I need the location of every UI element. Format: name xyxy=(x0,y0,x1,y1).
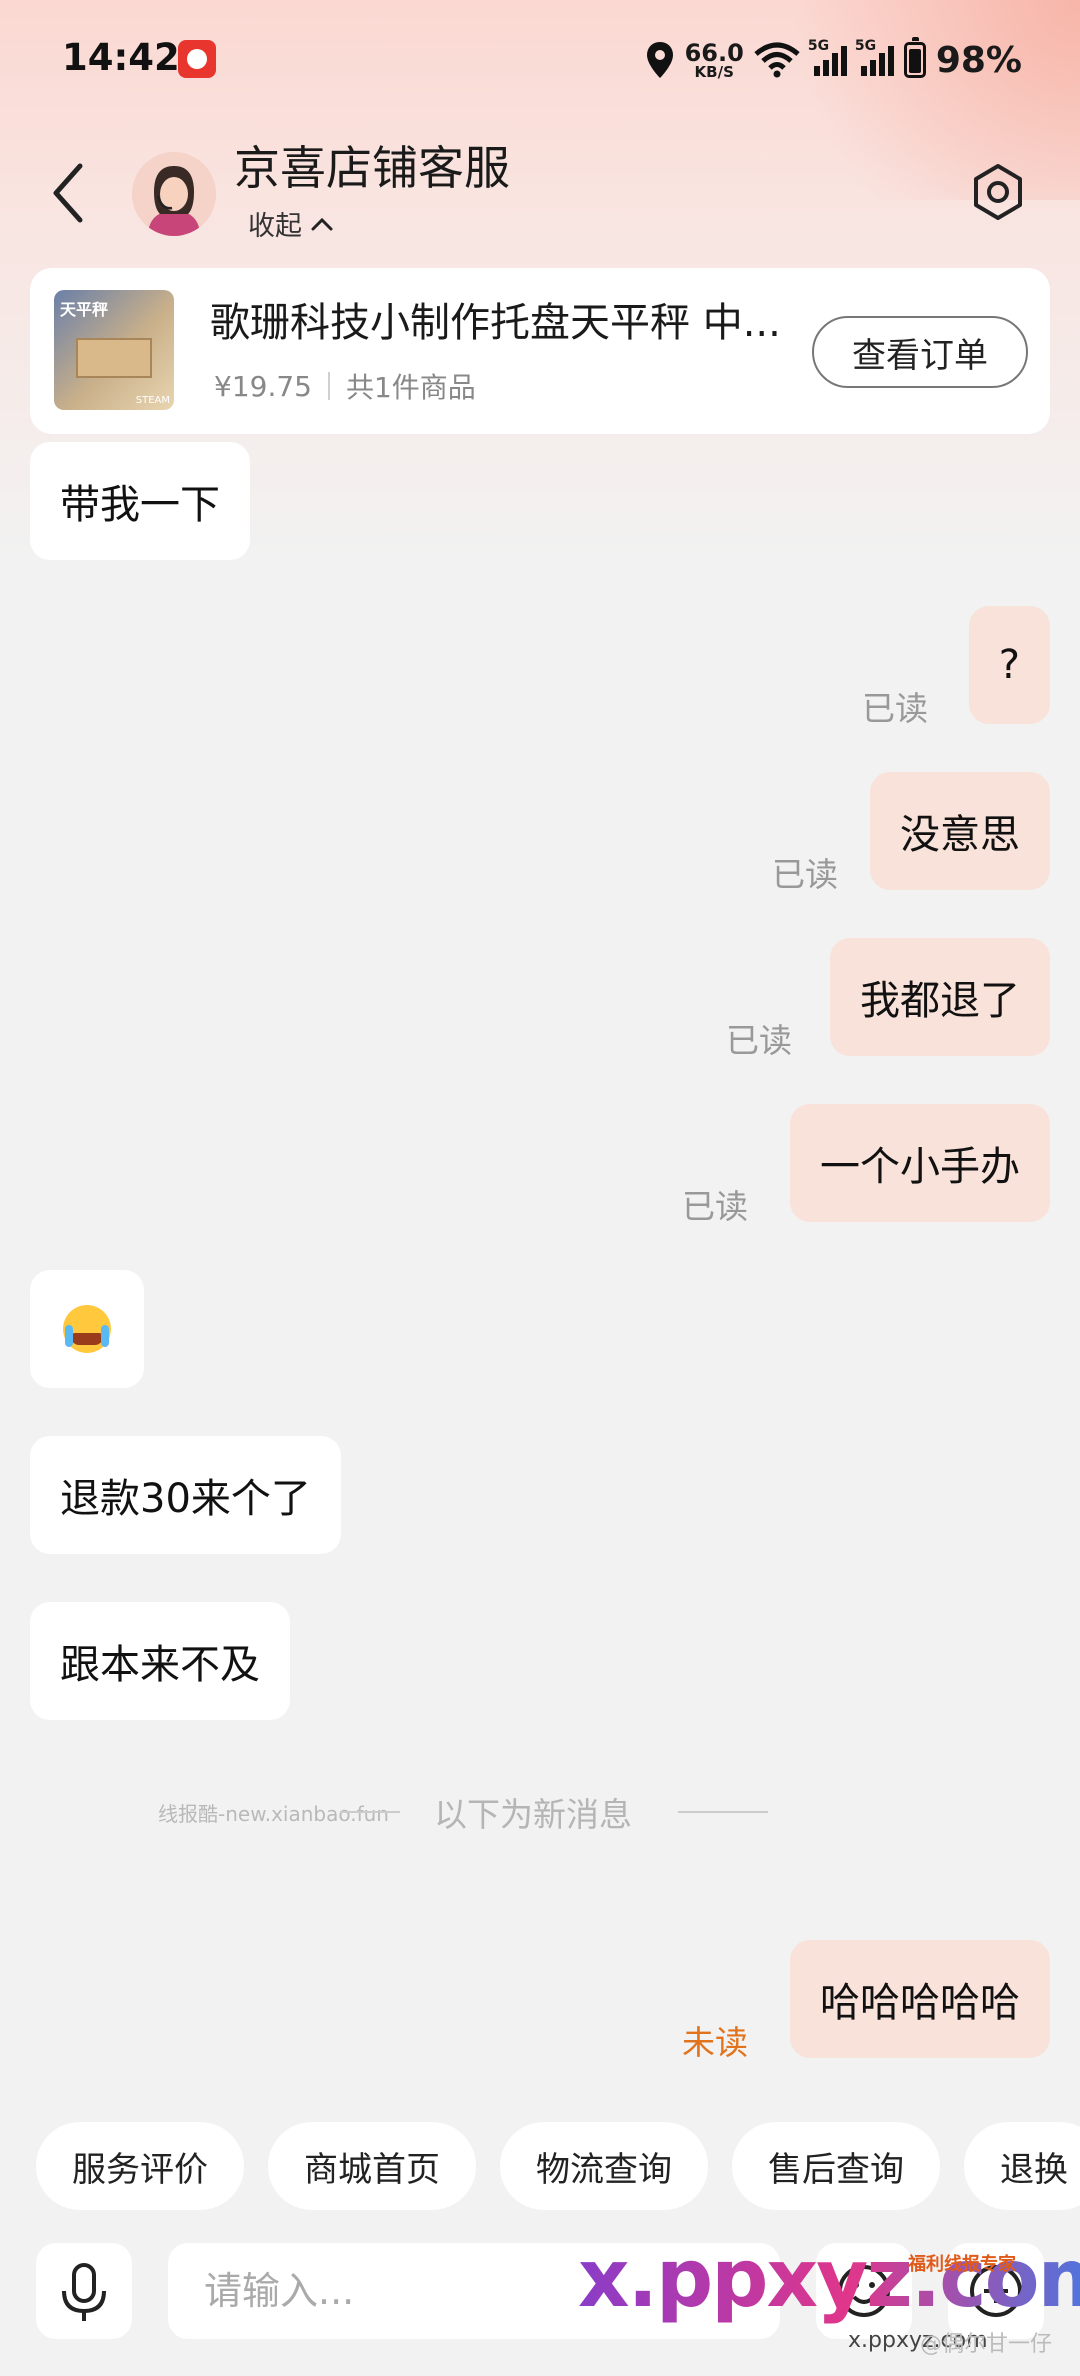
network-speed: 66.0 KB/S xyxy=(685,41,744,80)
message-bubble-outgoing[interactable]: 我都退了 xyxy=(830,938,1050,1056)
view-order-button[interactable]: 查看订单 xyxy=(812,316,1028,388)
network-speed-unit: KB/S xyxy=(694,62,734,81)
chip-after-sales-query[interactable]: 售后查询 xyxy=(732,2122,940,2210)
jd-app-notification-icon xyxy=(178,40,216,78)
read-status: 已读 xyxy=(682,1187,748,1226)
read-status: 已读 xyxy=(726,1021,792,1060)
chip-mall-home[interactable]: 商城首页 xyxy=(268,2122,476,2210)
microphone-icon xyxy=(62,2263,106,2321)
chip-logistics-query[interactable]: 物流查询 xyxy=(500,2122,708,2210)
order-meta: ¥19.75 共1件商品 xyxy=(214,366,476,406)
order-price: ¥19.75 xyxy=(214,369,312,403)
meta-divider xyxy=(327,372,330,400)
new-messages-divider: 线报酷-new.xianbao.fun 以下为新消息 xyxy=(0,1780,1080,1840)
product-thumb-sub: STEAM xyxy=(135,395,170,406)
status-time: 14:42 xyxy=(62,36,180,79)
divider-line-right xyxy=(678,1811,768,1813)
chevron-up-icon xyxy=(311,217,333,230)
battery-percent: 98% xyxy=(935,39,1022,81)
voice-input-button[interactable] xyxy=(36,2243,132,2339)
message-bubble-incoming-emoji[interactable] xyxy=(30,1270,144,1388)
product-thumbnail[interactable]: 天平秤 STEAM xyxy=(54,290,174,410)
back-arrow-icon[interactable] xyxy=(44,158,94,228)
battery-icon xyxy=(903,37,926,78)
message-bubble-incoming[interactable]: 退款30来个了 xyxy=(30,1436,341,1554)
message-bubble-outgoing[interactable]: 哈哈哈哈哈 xyxy=(790,1940,1050,2058)
watermark-top: 福利线报专家 xyxy=(908,2254,1016,2275)
product-board-shape xyxy=(76,338,152,378)
message-bubble-outgoing[interactable]: 没意思 xyxy=(870,772,1050,890)
unread-status: 未读 xyxy=(682,2023,748,2062)
chip-return-exchange[interactable]: 退换 xyxy=(964,2122,1080,2210)
watermark-author: @偶尔甘一仔 xyxy=(920,2332,1053,2357)
collapse-label: 收起 xyxy=(248,211,302,242)
message-bubble-incoming[interactable]: 带我一下 xyxy=(30,442,250,560)
order-card[interactable]: 天平秤 STEAM 歌珊科技小制作托盘天平秤 中... ¥19.75 共1件商品… xyxy=(30,268,1050,434)
avatar[interactable] xyxy=(132,152,216,236)
watermark-big: x.ppxyz.com xyxy=(578,2232,1080,2325)
read-status: 已读 xyxy=(862,689,928,728)
new-messages-label: 以下为新消息 xyxy=(434,1795,632,1834)
product-title[interactable]: 歌珊科技小制作托盘天平秤 中... xyxy=(210,290,820,348)
message-bubble-incoming[interactable]: 跟本来不及 xyxy=(30,1602,290,1720)
divider-line-left xyxy=(340,1811,400,1813)
signal-1-label: 5G xyxy=(807,38,830,54)
message-bubble-outgoing[interactable]: ? xyxy=(968,606,1050,724)
agent-avatar-icon xyxy=(132,152,216,236)
message-bubble-outgoing[interactable]: 一个小手办 xyxy=(790,1104,1050,1222)
wifi-icon xyxy=(754,42,800,78)
loudly-crying-face-icon xyxy=(63,1305,111,1353)
collapse-toggle[interactable]: 收起 xyxy=(248,204,334,243)
product-thumb-label: 天平秤 xyxy=(60,300,109,319)
cellular-signal-2-icon: 5G xyxy=(855,38,894,76)
chip-service-rating[interactable]: 服务评价 xyxy=(36,2122,244,2210)
read-status: 已读 xyxy=(772,855,838,894)
status-indicators: 66.0 KB/S 5G 5G 98% xyxy=(645,36,1022,84)
network-speed-value: 66.0 xyxy=(684,38,744,67)
location-icon xyxy=(646,42,673,78)
status-bar: 14:42 66.0 KB/S 5G 5G 98% xyxy=(0,0,1080,120)
signal-2-label: 5G xyxy=(854,38,877,54)
page-title: 京喜店铺客服 xyxy=(234,141,510,195)
order-count: 共1件商品 xyxy=(345,371,476,404)
cellular-signal-1-icon: 5G xyxy=(808,38,847,76)
quick-action-chips: 服务评价 商城首页 物流查询 售后查询 退换 xyxy=(36,2122,1080,2210)
settings-gear-icon[interactable] xyxy=(968,162,1028,222)
